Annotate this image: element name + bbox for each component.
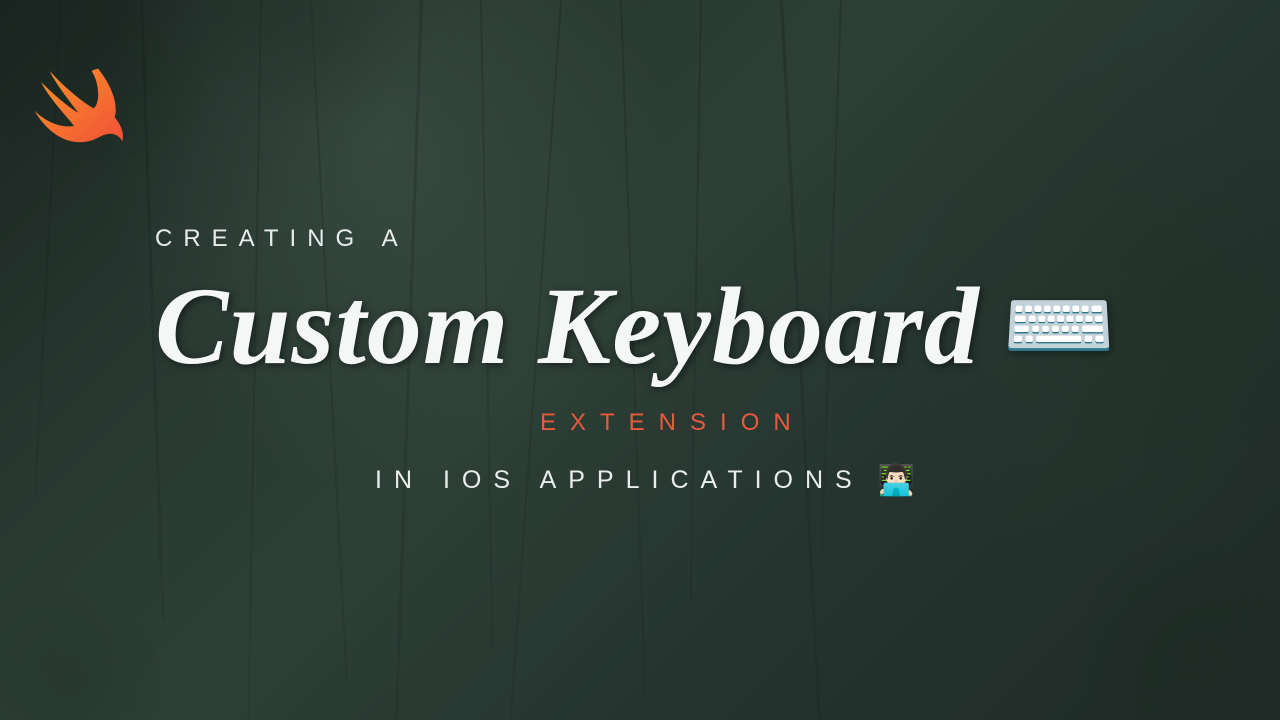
technologist-icon: 👨🏻‍💻: [878, 463, 915, 498]
swift-logo-icon: [30, 60, 140, 175]
title-block: Creating a Custom Keyboard ⌨️ Extension …: [155, 225, 1220, 498]
keyboard-icon: ⌨️: [1002, 280, 1117, 372]
title-line-2-wrap: Custom Keyboard ⌨️: [155, 271, 1220, 381]
title-line-4-wrap: In iOS Applications 👨🏻‍💻: [375, 463, 1220, 498]
title-line-1: Creating a: [155, 225, 1220, 253]
title-line-3: Extension: [540, 409, 1220, 437]
title-line-2: Custom Keyboard: [155, 271, 980, 381]
title-line-4: In iOS Applications: [375, 466, 864, 495]
